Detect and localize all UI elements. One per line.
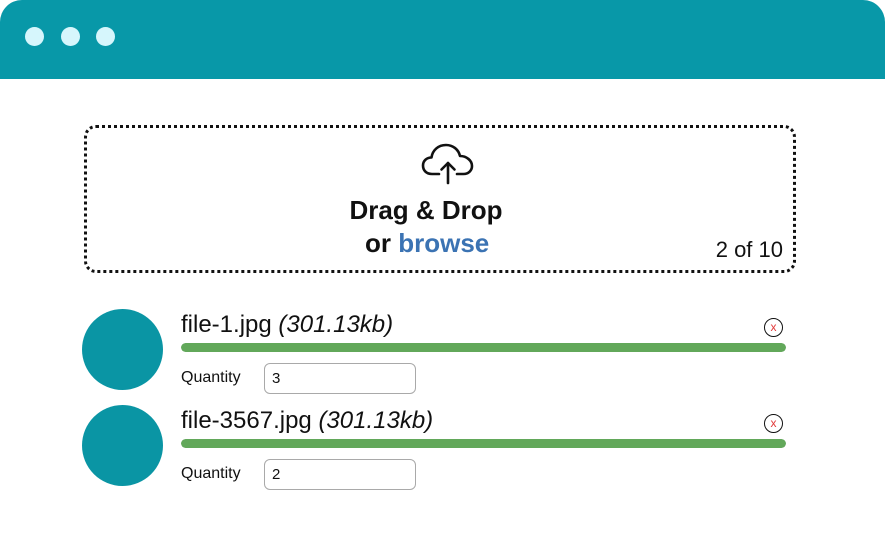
file-thumbnail xyxy=(82,405,163,486)
file-item: file-3567.jpg (301.13kb) x Quantity xyxy=(0,405,885,495)
dropzone-title: Drag & Drop xyxy=(349,195,503,225)
quantity-label: Quantity xyxy=(181,465,241,482)
file-thumbnail xyxy=(82,309,163,390)
window-dot-1[interactable] xyxy=(25,27,44,46)
file-name: file-3567.jpg xyxy=(181,407,312,434)
window-titlebar xyxy=(0,0,885,79)
upload-progress-fill xyxy=(181,343,786,352)
upload-progress-bar xyxy=(181,343,786,352)
quantity-label: Quantity xyxy=(181,369,241,386)
quantity-input[interactable] xyxy=(264,459,416,490)
or-text: or xyxy=(365,228,391,258)
remove-file-button[interactable]: x xyxy=(764,414,783,433)
file-name: file-1.jpg xyxy=(181,311,272,338)
window-dot-2[interactable] xyxy=(61,27,80,46)
file-name-line: file-3567.jpg (301.13kb) xyxy=(181,407,433,435)
quantity-input[interactable] xyxy=(264,363,416,394)
browse-link[interactable]: browse xyxy=(398,228,489,258)
file-counter: 2 of 10 xyxy=(715,237,783,262)
dropzone-subtitle: or browse xyxy=(365,227,489,259)
remove-file-button[interactable]: x xyxy=(764,318,783,337)
cloud-upload-icon xyxy=(421,143,474,185)
upload-progress-bar xyxy=(181,439,786,448)
file-item: file-1.jpg (301.13kb) x Quantity xyxy=(0,309,885,399)
file-size: (301.13kb) xyxy=(318,407,434,434)
file-dropzone[interactable]: Drag & Drop or browse 2 of 10 xyxy=(84,125,796,273)
file-size: (301.13kb) xyxy=(278,311,394,338)
upload-progress-fill xyxy=(181,439,786,448)
window-dot-3[interactable] xyxy=(96,27,115,46)
file-name-line: file-1.jpg (301.13kb) xyxy=(181,311,393,339)
